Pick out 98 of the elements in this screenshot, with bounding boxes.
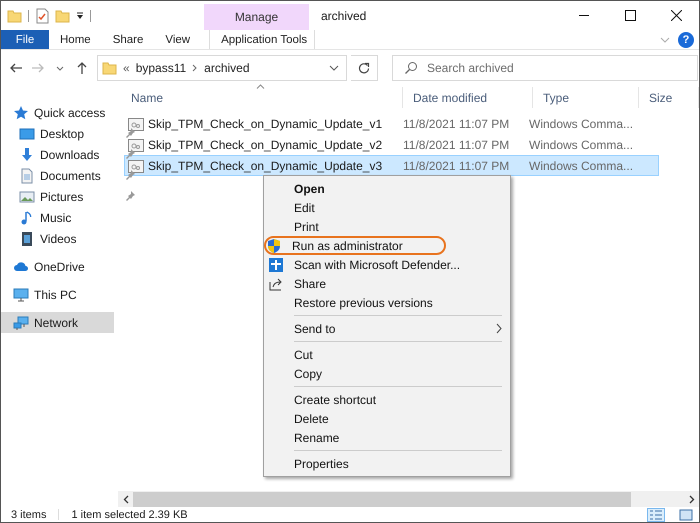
sort-up-icon bbox=[256, 84, 265, 89]
menu-item[interactable]: Send to bbox=[264, 319, 510, 338]
column-header[interactable]: Size bbox=[639, 87, 699, 108]
menu-item[interactable]: Cut bbox=[264, 345, 510, 364]
breadcrumb-overflow[interactable]: « bbox=[123, 61, 130, 75]
window-title: archived bbox=[321, 9, 366, 23]
sidebar-label: Pictures bbox=[40, 190, 84, 204]
folder-icon bbox=[102, 60, 117, 76]
sidebar-item[interactable]: Quick access bbox=[1, 102, 114, 123]
context-tab-header: Manage bbox=[204, 4, 309, 30]
column-header[interactable]: Name bbox=[121, 87, 403, 108]
help-button[interactable]: ? bbox=[678, 32, 694, 48]
chevron-down-icon[interactable] bbox=[328, 64, 340, 72]
sidebar-label: Videos bbox=[40, 232, 76, 246]
sidebar-item[interactable]: Pictures bbox=[1, 186, 114, 207]
menu-item[interactable]: Copy bbox=[264, 364, 510, 383]
view-button[interactable] bbox=[647, 508, 665, 522]
shield-grid-icon bbox=[268, 256, 284, 272]
file-row[interactable]: Skip_TPM_Check_on_Dynamic_Update_v2 11/8/2021 11:07 PM Windows Comma... bbox=[124, 134, 659, 155]
breadcrumb[interactable]: archived bbox=[204, 61, 250, 75]
checklist-icon[interactable] bbox=[35, 8, 49, 24]
horizontal-scrollbar[interactable] bbox=[118, 491, 699, 507]
up-icon bbox=[75, 61, 89, 75]
file-name: Skip_TPM_Check_on_Dynamic_Update_v3 bbox=[148, 158, 382, 172]
script-file-icon bbox=[128, 116, 144, 130]
sidebar-item[interactable]: Desktop bbox=[1, 123, 114, 144]
file-menu-tab[interactable]: File bbox=[1, 30, 49, 49]
ribbon-tab[interactable]: View bbox=[154, 30, 202, 49]
date-cell-text: 11/8/2021 11:07 PM bbox=[402, 158, 510, 172]
file-name: Skip_TPM_Check_on_Dynamic_Update_v1 bbox=[148, 116, 382, 130]
share-icon bbox=[268, 276, 284, 292]
sidebar-item[interactable]: Documents bbox=[1, 165, 114, 186]
script-file-icon bbox=[128, 138, 144, 152]
refresh-icon bbox=[358, 62, 370, 74]
menu-item[interactable]: Print bbox=[264, 217, 510, 236]
sidebar-label: OneDrive bbox=[34, 260, 85, 274]
date-cell-text: 11/8/2021 11:07 PM bbox=[402, 116, 510, 130]
ribbon-tab[interactable]: Share bbox=[102, 30, 154, 49]
ribbon-tab[interactable]: Home bbox=[49, 30, 102, 49]
document-icon bbox=[19, 168, 35, 184]
computer-icon bbox=[13, 286, 29, 302]
close-icon bbox=[670, 10, 682, 21]
forward-icon bbox=[31, 61, 45, 75]
refresh-button[interactable] bbox=[351, 55, 378, 81]
search-icon bbox=[404, 61, 418, 75]
dropdown-icon[interactable] bbox=[76, 11, 84, 21]
menu-item[interactable]: Rename bbox=[264, 428, 510, 447]
sidebar-label: Quick access bbox=[34, 106, 106, 120]
scrollbar-thumb[interactable] bbox=[133, 492, 631, 506]
menu-item[interactable]: Open bbox=[264, 179, 510, 198]
details-view-icon bbox=[649, 508, 663, 520]
film-icon bbox=[19, 230, 35, 246]
scroll-right-icon[interactable] bbox=[688, 494, 694, 504]
sidebar-label: Desktop bbox=[40, 126, 84, 140]
search-field[interactable]: Search archived bbox=[392, 55, 698, 81]
network-icon bbox=[13, 314, 29, 330]
sidebar-item[interactable]: Videos bbox=[1, 228, 114, 249]
menu-item[interactable]: Share bbox=[264, 274, 510, 293]
file-name: Skip_TPM_Check_on_Dynamic_Update_v2 bbox=[148, 138, 382, 152]
sidebar-item[interactable]: Music bbox=[1, 207, 114, 228]
large-icons-view-icon bbox=[679, 508, 693, 520]
menu-item[interactable]: Restore previous versions bbox=[264, 293, 510, 312]
column-header[interactable]: Type bbox=[533, 87, 639, 108]
menu-item[interactable]: Delete bbox=[264, 409, 510, 428]
file-row[interactable]: Skip_TPM_Check_on_Dynamic_Update_v3 11/8/2021 11:07 PM Windows Comma... bbox=[124, 155, 659, 176]
shield-icon bbox=[266, 238, 282, 254]
scroll-left-icon[interactable] bbox=[122, 494, 128, 504]
breadcrumb[interactable]: bypass11 bbox=[136, 61, 186, 75]
maximize-icon bbox=[624, 10, 636, 21]
sidebar-label: Downloads bbox=[40, 148, 100, 162]
menu-item[interactable]: Edit bbox=[264, 198, 510, 217]
sidebar-label: Music bbox=[40, 210, 72, 224]
sidebar-item[interactable]: Network bbox=[1, 312, 114, 333]
menu-item[interactable]: Scan with Microsoft Defender... bbox=[264, 255, 510, 274]
sidebar-label: This PC bbox=[34, 288, 77, 302]
download-icon bbox=[19, 146, 35, 162]
view-button[interactable] bbox=[677, 508, 695, 522]
back-icon bbox=[9, 61, 23, 75]
star-icon bbox=[13, 104, 29, 120]
sidebar-item[interactable]: Downloads bbox=[1, 144, 114, 165]
sidebar-label: Documents bbox=[40, 168, 101, 182]
address-bar[interactable]: « bypass11 archived bbox=[97, 55, 347, 81]
highlighted-menu-item[interactable]: Run as administrator bbox=[264, 236, 446, 255]
picture-icon bbox=[19, 188, 35, 204]
column-header[interactable]: Date modified bbox=[403, 87, 533, 108]
script-file-icon bbox=[128, 158, 144, 172]
chevron-right-icon bbox=[192, 64, 198, 72]
date-cell-text: 11/8/2021 11:07 PM bbox=[402, 138, 510, 152]
sidebar-item[interactable]: This PC bbox=[1, 284, 114, 305]
desktop-icon bbox=[19, 126, 35, 142]
sidebar-item[interactable]: OneDrive bbox=[1, 256, 114, 277]
minimize-icon bbox=[579, 15, 589, 16]
sidebar-label: Network bbox=[34, 316, 78, 330]
status-text: 1 item selected 2.39 KB bbox=[71, 508, 188, 520]
menu-item[interactable]: Properties bbox=[264, 454, 510, 473]
menu-item[interactable]: Create shortcut bbox=[264, 390, 510, 409]
file-row[interactable]: Skip_TPM_Check_on_Dynamic_Update_v1 11/8/2021 11:07 PM Windows Comma... bbox=[124, 113, 659, 134]
status-text: 3 items bbox=[11, 508, 46, 520]
